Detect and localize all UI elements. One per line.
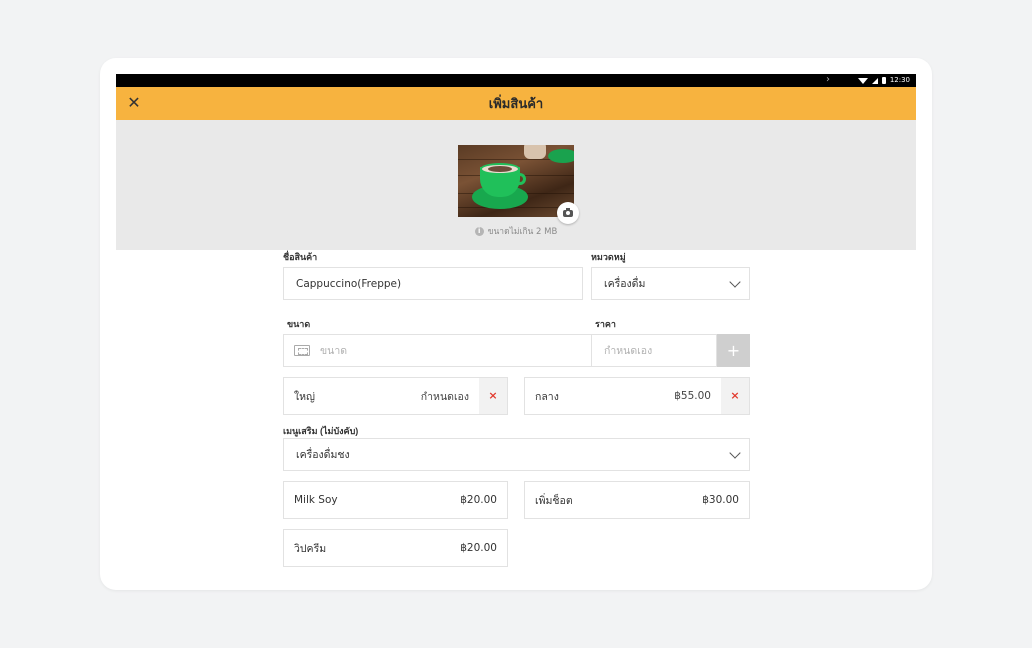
status-time: 12:30: [889, 76, 910, 84]
size-chip: ใหญ่ กำหนดเอง ×: [283, 377, 508, 415]
size-chip: กลาง ฿55.00 ×: [524, 377, 750, 415]
addon-item[interactable]: วิปครีม ฿20.00: [283, 529, 508, 567]
remove-size-button[interactable]: ×: [479, 378, 507, 414]
size-input[interactable]: ขนาด: [283, 334, 592, 367]
category-select[interactable]: เครื่องดื่ม: [591, 267, 750, 300]
size-label: ขนาด: [287, 319, 311, 329]
addon-item[interactable]: Milk Soy ฿20.00: [283, 481, 508, 519]
battery-icon: [881, 77, 886, 84]
addon-item[interactable]: เพิ่มช็อต ฿30.00: [524, 481, 750, 519]
tablet-frame: › 12:30 ✕ เพิ่มสินค้า i ขนาดไม่เกิน 2 MB…: [100, 58, 932, 590]
category-label: หมวดหมู่: [591, 252, 626, 262]
camera-icon[interactable]: [557, 202, 579, 224]
category-select-value: เครื่องดื่ม: [604, 278, 646, 290]
addon-group-select[interactable]: เครื่องดื่มชง: [283, 438, 750, 471]
size-chip-name: กลาง: [535, 390, 559, 403]
chevron-down-icon: [729, 447, 741, 459]
product-photo[interactable]: [458, 145, 574, 217]
name-label: ชื่อสินค้า: [283, 252, 318, 262]
app-bar: ✕ เพิ่มสินค้า: [116, 87, 916, 120]
signal-icon: [871, 77, 878, 84]
product-image-area: i ขนาดไม่เกิน 2 MB: [116, 120, 916, 250]
wifi-icon: [857, 77, 868, 84]
addon-label: เมนูเสริม (ไม่บังคับ): [283, 426, 359, 436]
name-input-value: Cappuccino(Freppe): [296, 277, 402, 290]
addon-item-price: ฿30.00: [702, 494, 739, 506]
chevron-right-icon: ›: [826, 74, 830, 85]
name-input[interactable]: Cappuccino(Freppe): [283, 267, 583, 300]
status-icons: 12:30: [857, 74, 910, 87]
remove-size-button[interactable]: ×: [721, 378, 749, 414]
addon-group-value: เครื่องดื่มชง: [296, 449, 350, 461]
app-screen: › 12:30 ✕ เพิ่มสินค้า i ขนาดไม่เกิน 2 MB…: [116, 74, 916, 574]
size-input-placeholder: ขนาด: [320, 345, 348, 357]
price-label: ราคา: [595, 319, 616, 329]
addon-item-price: ฿20.00: [460, 542, 497, 554]
chevron-down-icon: [729, 276, 741, 288]
add-size-button[interactable]: +: [717, 334, 750, 367]
price-input-placeholder: กำหนดเอง: [604, 345, 653, 357]
image-size-note-text: ขนาดไม่เกิน 2 MB: [487, 227, 558, 237]
size-chip-name: ใหญ่: [294, 390, 315, 403]
addon-item-name: วิปครีม: [294, 542, 327, 555]
addon-item-price: ฿20.00: [460, 494, 497, 506]
price-input[interactable]: กำหนดเอง: [591, 334, 717, 367]
status-bar: › 12:30: [116, 74, 916, 87]
close-icon[interactable]: ✕: [126, 95, 142, 111]
image-size-note: i ขนาดไม่เกิน 2 MB: [116, 224, 916, 238]
size-chip-price: ฿55.00: [674, 390, 711, 402]
size-chip-price: กำหนดเอง: [420, 390, 469, 403]
info-icon: i: [474, 226, 484, 236]
page-title: เพิ่มสินค้า: [488, 96, 544, 111]
addon-item-name: เพิ่มช็อต: [535, 494, 573, 507]
ruler-icon: [294, 345, 310, 356]
addon-item-name: Milk Soy: [294, 494, 338, 506]
